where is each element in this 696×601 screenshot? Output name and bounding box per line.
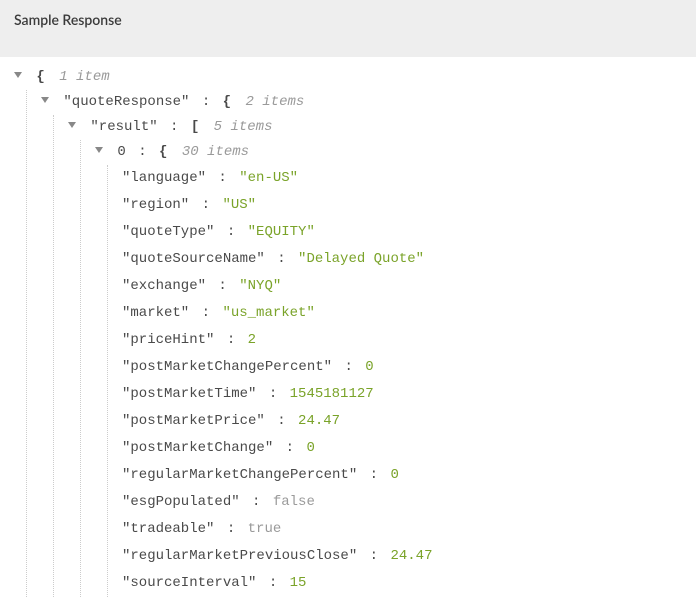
- kv-list: "language" : "en-US""region" : "US""quot…: [107, 165, 696, 597]
- brace-open: {: [159, 144, 167, 160]
- json-kv-row[interactable]: "quoteSourceName" : "Delayed Quote": [122, 246, 696, 273]
- json-kv-row[interactable]: "quoteType" : "EQUITY": [122, 219, 696, 246]
- json-value: 1545181127: [290, 386, 374, 402]
- brace-open: {: [36, 69, 44, 85]
- json-kv-row[interactable]: "postMarketChange" : 0: [122, 435, 696, 462]
- item-count: 30 items: [182, 144, 249, 160]
- json-key: "regularMarketPreviousClose": [122, 548, 357, 564]
- colon: :: [202, 94, 210, 110]
- json-key: "sourceInterval": [122, 575, 256, 591]
- colon: :: [277, 440, 302, 456]
- item-count: 1 item: [59, 69, 109, 85]
- json-value: 15: [290, 575, 307, 591]
- colon: :: [269, 251, 294, 267]
- json-kv-row[interactable]: "postMarketTime" : 1545181127: [122, 381, 696, 408]
- json-key: "postMarketChangePercent": [122, 359, 332, 375]
- colon: :: [218, 332, 243, 348]
- colon: :: [210, 170, 235, 186]
- colon: :: [336, 359, 361, 375]
- json-value: "Delayed Quote": [298, 251, 424, 267]
- json-value: 0: [365, 359, 373, 375]
- json-value: 2: [248, 332, 256, 348]
- json-kv-row[interactable]: "exchange" : "NYQ": [122, 273, 696, 300]
- colon: :: [269, 413, 294, 429]
- json-kv-row[interactable]: "language" : "en-US": [122, 165, 696, 192]
- json-key: "quoteType": [122, 224, 214, 240]
- json-value: "us_market": [222, 305, 314, 321]
- json-key: "postMarketTime": [122, 386, 256, 402]
- json-key: "exchange": [122, 278, 206, 294]
- json-value: "EQUITY": [248, 224, 315, 240]
- chevron-down-icon[interactable]: [14, 72, 22, 78]
- chevron-down-icon[interactable]: [95, 147, 103, 153]
- json-kv-row[interactable]: "market" : "us_market": [122, 300, 696, 327]
- colon: :: [260, 575, 285, 591]
- json-key: "quoteResponse": [63, 94, 189, 110]
- json-key: "priceHint": [122, 332, 214, 348]
- colon: :: [260, 386, 285, 402]
- panel-header: Sample Response: [0, 0, 696, 57]
- json-key: "postMarketChange": [122, 440, 273, 456]
- json-index: 0: [117, 144, 125, 160]
- json-value: 0: [390, 467, 398, 483]
- json-key: "market": [122, 305, 189, 321]
- quote-response-node[interactable]: "quoteResponse" : { 2 items: [41, 90, 696, 115]
- json-kv-row[interactable]: "esgPopulated" : false: [122, 489, 696, 516]
- chevron-down-icon[interactable]: [41, 97, 49, 103]
- colon: :: [361, 548, 386, 564]
- json-key: "region": [122, 197, 189, 213]
- json-key: "quoteSourceName": [122, 251, 265, 267]
- json-value: true: [248, 521, 282, 537]
- json-key: "postMarketPrice": [122, 413, 265, 429]
- json-key: "tradeable": [122, 521, 214, 537]
- item-count: 5 items: [214, 119, 273, 135]
- json-value: "NYQ": [239, 278, 281, 294]
- json-kv-row[interactable]: "regularMarketChangePercent" : 0: [122, 462, 696, 489]
- item-count: 2 items: [245, 94, 304, 110]
- json-value: 24.47: [390, 548, 432, 564]
- result-node[interactable]: "result" : [ 5 items: [68, 115, 696, 140]
- chevron-down-icon[interactable]: [68, 122, 76, 128]
- json-key: "esgPopulated": [122, 494, 240, 510]
- bracket-open: [: [191, 119, 199, 135]
- json-tree: { 1 item "quoteResponse" : { 2 items "re…: [0, 57, 696, 597]
- json-key: "regularMarketChangePercent": [122, 467, 357, 483]
- colon: :: [193, 305, 218, 321]
- json-value: 24.47: [298, 413, 340, 429]
- json-kv-row[interactable]: "region" : "US": [122, 192, 696, 219]
- json-key: "language": [122, 170, 206, 186]
- colon: :: [210, 278, 235, 294]
- json-kv-row[interactable]: "postMarketPrice" : 24.47: [122, 408, 696, 435]
- json-kv-row[interactable]: "sourceInterval" : 15: [122, 570, 696, 597]
- json-value: 0: [306, 440, 314, 456]
- colon: :: [138, 144, 146, 160]
- json-kv-row[interactable]: "postMarketChangePercent" : 0: [122, 354, 696, 381]
- colon: :: [170, 119, 178, 135]
- root-node[interactable]: { 1 item: [14, 65, 696, 90]
- json-value: "en-US": [239, 170, 298, 186]
- panel-title: Sample Response: [14, 11, 122, 28]
- json-key: "result": [90, 119, 157, 135]
- brace-open: {: [223, 94, 231, 110]
- json-value: false: [273, 494, 315, 510]
- colon: :: [193, 197, 218, 213]
- colon: :: [218, 521, 243, 537]
- json-value: "US": [222, 197, 256, 213]
- colon: :: [244, 494, 269, 510]
- index-0-node[interactable]: 0 : { 30 items: [95, 140, 696, 165]
- json-kv-row[interactable]: "priceHint" : 2: [122, 327, 696, 354]
- colon: :: [218, 224, 243, 240]
- json-kv-row[interactable]: "tradeable" : true: [122, 516, 696, 543]
- colon: :: [361, 467, 386, 483]
